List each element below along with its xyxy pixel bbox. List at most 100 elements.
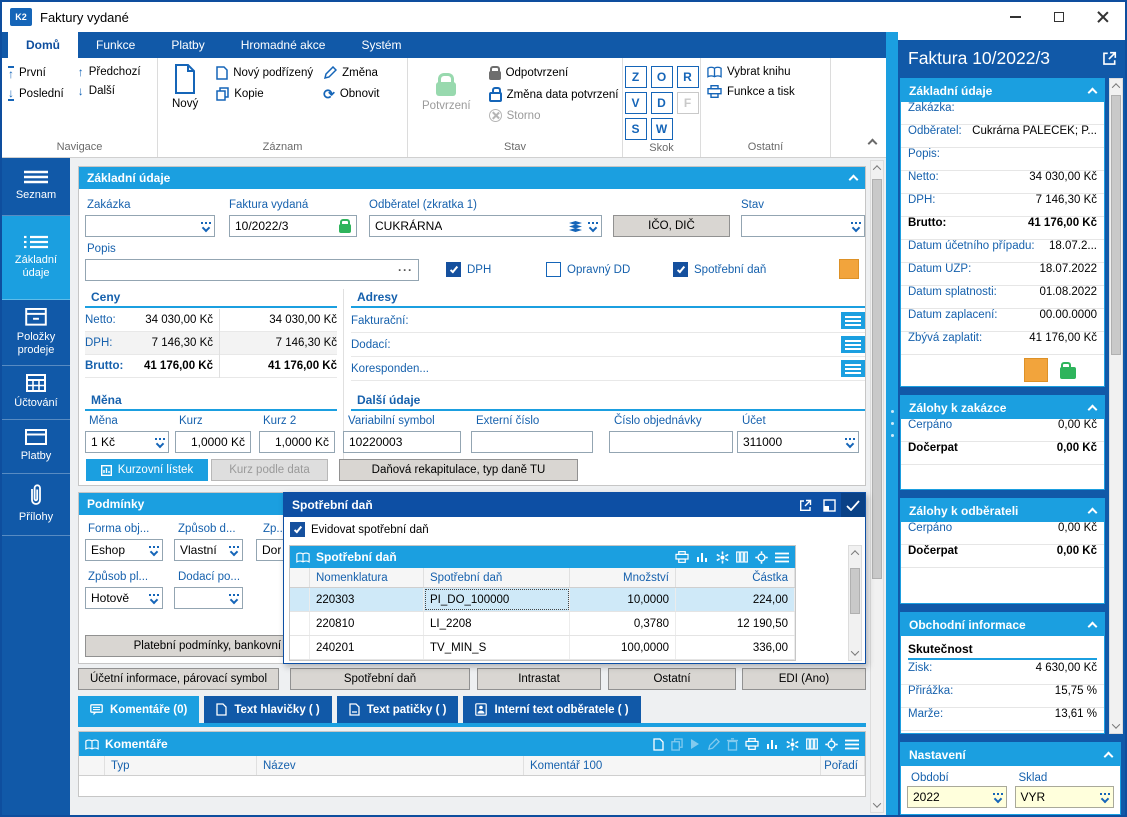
kurzovni-listek-button[interactable]: Kurzovní lístek [86,459,208,481]
sidebar-item-prilohy[interactable]: Přílohy [2,474,70,536]
dropdown-icon[interactable] [147,593,159,604]
new-button[interactable]: Nový [164,62,206,112]
maximize-button[interactable] [1037,2,1081,32]
dph-checkbox[interactable]: DPH [446,262,491,277]
dropdown-icon[interactable] [227,593,239,604]
right-panel-scrollbar[interactable] [1109,78,1123,734]
sidebar-item-uctovani[interactable]: Účtování [2,366,70,420]
functions-wheel-icon[interactable] [786,738,799,751]
collapse-section-icon[interactable] [1087,621,1098,631]
sidebar-item-polozky-prodeje[interactable]: Položky prodeje [2,300,70,366]
tab-text-hlavicky[interactable]: Text hlavičky ( ) [204,696,332,723]
popout-button[interactable] [793,493,817,517]
ucetni-informace-button[interactable]: Účetní informace, párovací symbol [78,668,279,690]
more-icon[interactable]: ··· [398,263,413,277]
close-button[interactable] [1081,2,1125,32]
intrastat-button[interactable]: Intrastat [477,668,601,690]
unconfirm-button[interactable]: Odpotvrzení [488,66,619,80]
ribbon-tab-domu[interactable]: Domů [8,32,78,58]
grid-row[interactable]: 220303 PI_DO_100000 10,0000 224,00 [290,588,795,612]
dropdown-icon[interactable] [199,221,211,232]
chart-icon[interactable] [766,738,779,750]
dodaci-podminky-field[interactable] [174,587,243,609]
externi-cislo-field[interactable] [471,431,593,453]
obdobi-field[interactable]: 2022 [907,786,1007,808]
dropdown-icon[interactable] [1098,792,1110,803]
collapse-section-icon[interactable] [1103,751,1114,761]
spotrebni-dan-button[interactable]: Spotřební daň [290,668,470,690]
functions-print-button[interactable]: Funkce a tisk [707,85,824,98]
collapse-section-icon[interactable] [848,174,859,185]
change-confirm-date-button[interactable]: Změna data potvrzení [488,87,618,102]
nav-previous-button[interactable]: ↑ Předchozí [78,66,141,78]
zakazka-field[interactable] [85,215,215,237]
evidovat-spotrebni-dan-checkbox[interactable]: Evidovat spotřební daň [290,522,429,537]
danova-rekapitulace-button[interactable]: Daňová rekapitulace, typ daně TU [339,459,578,481]
settings-gear-icon[interactable] [825,737,838,751]
confirm-popup-button[interactable] [841,493,865,517]
dropdown-icon[interactable] [843,437,855,448]
address-menu-button[interactable] [841,360,865,377]
dropdown-icon[interactable] [849,221,861,232]
refresh-button[interactable]: ⟳ Obnovit [323,87,379,101]
new-child-button[interactable]: Nový podřízený [216,66,313,80]
opravny-dd-checkbox[interactable]: Opravný DD [546,262,630,277]
dropdown-icon[interactable] [586,221,598,232]
jump-key-o[interactable]: O [650,66,673,88]
play-icon[interactable] [690,738,700,750]
jump-key-w[interactable]: W [650,118,673,140]
dropdown-icon[interactable] [991,792,1002,803]
sklad-field[interactable]: VYR [1014,786,1114,808]
faktura-field[interactable]: 10/2022/3 [229,215,357,237]
ostatni-button[interactable]: Ostatní [608,668,736,690]
menu-icon[interactable] [845,739,859,750]
print-icon[interactable] [745,738,759,750]
copy-button[interactable]: Kopie [216,87,313,101]
confirm-button[interactable]: Potvrzení [414,62,479,122]
grid-row[interactable]: 220810 LI_2208 0,3780 12 190,50 [290,612,795,636]
change-button[interactable]: Změna [323,66,379,80]
kurz-field[interactable]: 1,0000 Kč [175,431,251,453]
ribbon-tab-funkce[interactable]: Funkce [78,32,153,58]
edi-button[interactable]: EDI (Ano) [742,668,866,690]
jump-key-d[interactable]: D [650,92,673,114]
sidebar-item-zakladni-udaje[interactable]: Základní údaje [2,216,70,300]
columns-icon[interactable] [736,551,748,563]
dropdown-icon[interactable] [227,545,239,556]
variabilni-symbol-field[interactable]: 10220003 [343,431,461,453]
jump-key-r[interactable]: R [676,66,699,88]
nav-last-button[interactable]: ↓ Poslední [8,87,64,101]
minimize-button[interactable] [993,2,1037,32]
zpusob-platby-field[interactable]: Hotově [85,587,163,609]
tab-komentare[interactable]: Komentáře (0) [78,696,200,723]
address-menu-button[interactable] [841,312,865,329]
jump-key-z[interactable]: Z [624,66,647,88]
main-scrollbar[interactable] [870,160,884,813]
collapse-ribbon-icon[interactable] [867,138,878,149]
cislo-objednavky-field[interactable] [609,431,733,453]
dropdown-icon[interactable] [147,545,159,556]
jump-key-s[interactable]: S [624,118,647,140]
sidebar-item-platby[interactable]: Platby [2,420,70,474]
kurz2-field[interactable]: 1,0000 Kč [259,431,335,453]
ribbon-tab-platby[interactable]: Platby [153,32,222,58]
trash-icon[interactable] [727,737,738,751]
chart-icon[interactable] [696,551,709,563]
sidebar-item-seznam[interactable]: Seznam [2,158,70,216]
menu-icon[interactable] [775,552,789,563]
odberatel-field[interactable]: CUKRÁRNA [369,215,602,237]
popup-scrollbar[interactable] [848,545,862,661]
print-icon[interactable] [675,551,689,563]
dock-button[interactable] [817,493,841,517]
jump-key-f[interactable]: F [676,92,699,114]
spotrebni-dan-checkbox[interactable]: Spotřební daň [673,262,766,277]
tab-text-paticky[interactable]: Text patičky ( ) [336,696,459,723]
collapse-section-icon[interactable] [1087,404,1098,414]
tab-interni-text[interactable]: Interní text odběratele ( ) [463,696,641,723]
new-document-icon[interactable] [653,737,664,751]
nav-next-button[interactable]: ↓ Další [78,85,141,97]
kurz-podle-data-button[interactable]: Kurz podle data [211,459,328,481]
settings-gear-icon[interactable] [755,550,768,564]
storno-button[interactable]: Storno [488,109,619,122]
mena-field[interactable]: 1 Kč [85,431,169,453]
